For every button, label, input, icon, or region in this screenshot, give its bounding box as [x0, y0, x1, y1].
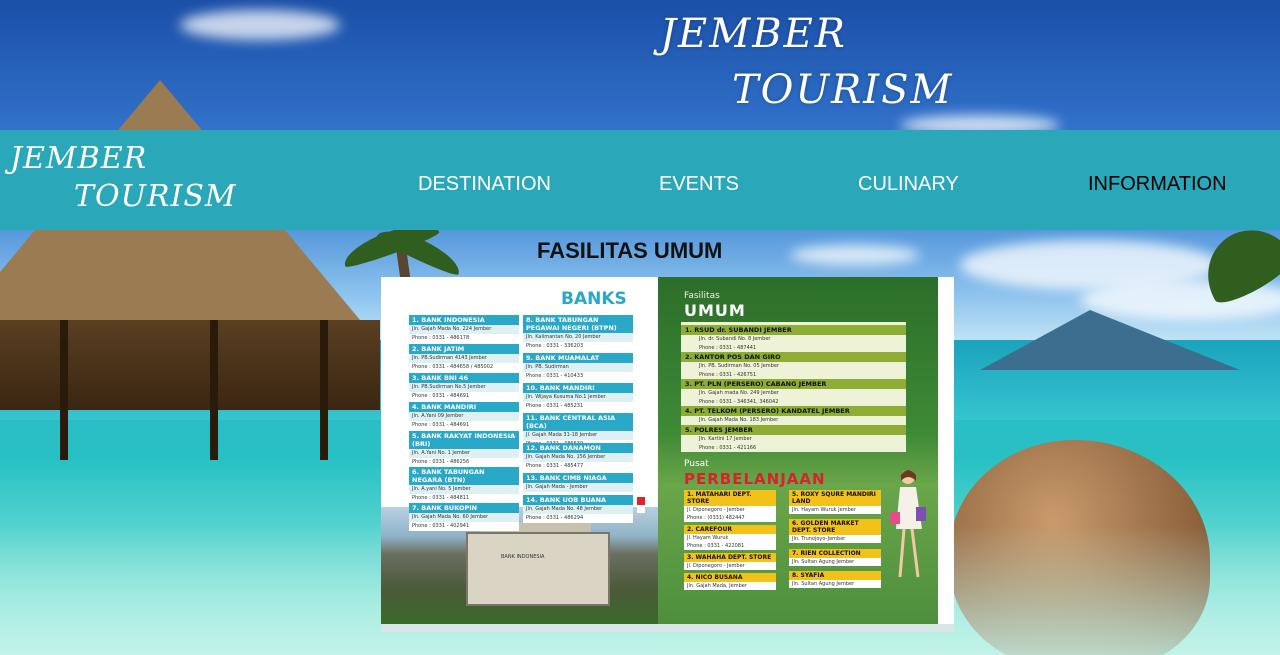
- bank-item: 8. BANK TABUNGAN PEGAWAI NEGERI (BTPN) J…: [523, 315, 633, 351]
- fasilitas-small-label: Fasilitas: [684, 291, 720, 301]
- bank-item: 13. BANK CIMB NIAGA Jln. Gajah Mada - Je…: [523, 473, 633, 494]
- shop-item: 4. NICO BUSANA Jln. Gajah Mada, Jember: [684, 573, 776, 590]
- facility-item: 2. KANTOR POS DAN GIRO Jln. PB. Sudirman…: [681, 352, 906, 380]
- facility-item: 3. PT. PLN (PERSERO) CABANG JEMBER Jln. …: [681, 379, 906, 407]
- nav-item-information[interactable]: INFORMATION: [1088, 173, 1227, 196]
- bank-item: 5. BANK RAKYAT INDONESIA (BRI) Jln. A.Ya…: [409, 431, 519, 467]
- bank-item: 14. BANK UOB BUANA Jln. Gajah Mada No. 4…: [523, 495, 633, 523]
- bank-item: 4. BANK MANDIRI Jln. A.Yani 09 Jember Ph…: [409, 402, 519, 430]
- bank-item: 6. BANK TABUNGAN NEGARA (BTN) Jln. A.yan…: [409, 467, 519, 503]
- bank-item: 7. BANK BUKOPIN Jln. Gajah Mada No. 60 J…: [409, 503, 519, 531]
- facilities-infographic: BANK INDONESIA BANKS 1. BANK INDONESIA J…: [381, 277, 954, 632]
- hero-title: JEMBER TOURISM: [660, 6, 953, 118]
- banks-heading: BANKS: [561, 289, 627, 309]
- nav-item-events[interactable]: EVENTS: [659, 173, 739, 196]
- shop-item: 7. RIEN COLLECTION Jln. Sultan Agung Jem…: [789, 549, 881, 566]
- shop-item: 3. WAHAHA DEPT. STORE Jl. Diponegoro - J…: [684, 553, 776, 570]
- hero-title-line2: TOURISM: [732, 67, 954, 113]
- flag-icon: [637, 497, 645, 513]
- shop-item: 5. ROXY SQURE MANDIRI LAND Jln. Hayam Wu…: [789, 490, 881, 514]
- shop-item: 1. MATAHARI DEPT. STORE Jl. Diponegoro -…: [684, 490, 776, 522]
- nav-item-culinary[interactable]: CULINARY: [858, 173, 959, 196]
- bank-item: 2. BANK JATIM Jln. PB.Sudirman 4143 Jemb…: [409, 344, 519, 372]
- bank-building: [466, 532, 610, 606]
- facility-item: 1. RSUD dr. SUBANDI JEMBER Jln. dr. Suba…: [681, 325, 906, 353]
- facility-item: 5. POLRES JEMBER Jln. Kartini 17 Jember …: [681, 425, 906, 453]
- shop-item: 8. SYAFIA Jln. Sultan Agung Jember: [789, 571, 881, 588]
- bank-item: 12. BANK DANAMON Jln. Gajah Mada No. 156…: [523, 443, 633, 471]
- site-logo[interactable]: JEMBER TOURISM: [10, 140, 237, 216]
- bank-item: 9. BANK MUAMALAT Jln. PB. Sudirman Phone…: [523, 353, 633, 381]
- perbelanjaan-heading: PERBELANJAAN: [684, 470, 826, 488]
- bank-item: 3. BANK BNI 46 Jln. PB.Sudirman No.5 Jem…: [409, 373, 519, 401]
- poster-bottom-strip: [381, 624, 954, 632]
- logo-line1: JEMBER: [10, 141, 148, 176]
- fasilitas-heading: UMUM: [684, 301, 746, 320]
- shop-item: 2. CAREFOUR Jl. Hayam Wuruk Phone : 0331…: [684, 525, 776, 550]
- hero-title-line1: JEMBER: [660, 11, 847, 57]
- bank-item: 1. BANK INDONESIA Jln. Gajah Mada No. 22…: [409, 315, 519, 343]
- bank-item: 10. BANK MANDIRI Jln. Wijaya Kusuma No.1…: [523, 383, 633, 411]
- nav-item-destination[interactable]: DESTINATION: [418, 173, 551, 196]
- section-title: FASILITAS UMUM: [537, 238, 723, 263]
- shop-item: 6. GOLDEN MARKET DEPT. STORE Jln. Trunoj…: [789, 519, 881, 543]
- shopping-woman-illustration: [890, 470, 926, 578]
- logo-line2: TOURISM: [74, 179, 237, 214]
- pusat-small-label: Pusat: [684, 459, 709, 469]
- facility-item: 4. PT. TELKOM (PERSERO) KANDATEL JEMBER …: [681, 406, 906, 425]
- building-sign: BANK INDONESIA: [501, 554, 545, 560]
